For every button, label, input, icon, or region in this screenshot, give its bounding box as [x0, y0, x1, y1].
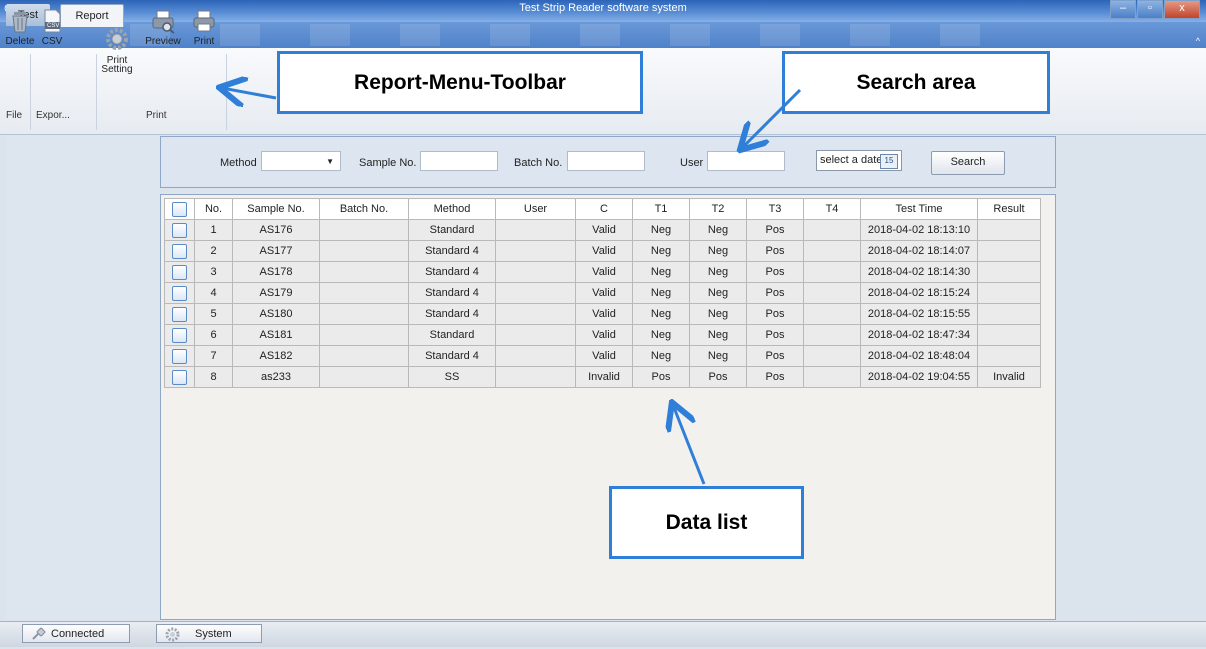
connection-status-label: Connected: [51, 628, 105, 640]
list-arrow: [673, 405, 706, 485]
annotation-arrows: [0, 0, 802, 485]
system-label: System: [195, 628, 232, 640]
connection-status-button[interactable]: Connected: [22, 624, 130, 643]
search-arrow: [742, 88, 802, 148]
plug-icon: [31, 627, 47, 648]
toolbar-arrow: [222, 88, 277, 98]
system-button[interactable]: System: [156, 624, 262, 643]
